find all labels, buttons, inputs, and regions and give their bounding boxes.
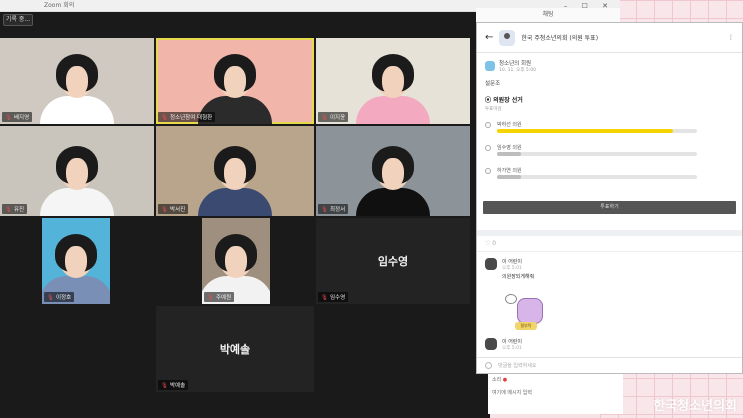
more-icon[interactable]: ⋮	[728, 34, 734, 41]
comment-input[interactable]: 댓글을 입력하세요	[477, 357, 742, 373]
poll-option[interactable]: 하가연 의원	[485, 167, 734, 181]
participant-video-icon	[40, 146, 114, 216]
radio-icon[interactable]	[485, 145, 491, 151]
emoji-icon[interactable]	[485, 362, 492, 369]
poll-bar	[497, 129, 697, 133]
participant-video-icon	[356, 146, 430, 216]
video-tile[interactable]: 🎙 유진	[0, 126, 154, 216]
participant-name: 🎙 청소년참여 대형환	[158, 112, 216, 122]
video-tile[interactable]: 🎙 박서진	[156, 126, 314, 216]
room-avatar-icon	[499, 29, 516, 46]
zoom-window: 기록 중... 🎙 배지영 🎙 청소년참여 대형환 🎙 이지윤 🎙 유진 🎙 박서진 🎙 최정서 🎙 이정…	[0, 12, 490, 418]
video-tile[interactable]: 박예솔 🎙 박예솔	[156, 306, 314, 392]
video-tile[interactable]: 🎙 최정서	[316, 126, 470, 216]
poll-option-label: 하가연 의원	[497, 168, 522, 174]
chat-header: ← 한국 주청소년의회 (의원 투표) ⋮	[477, 23, 742, 53]
poll-subtitle: 투표마감	[485, 107, 502, 112]
recording-indicator[interactable]: 기록 중...	[3, 14, 33, 26]
poll-option-label: 박하선 의원	[497, 122, 522, 128]
participant-name: 🎙 배지영	[2, 112, 33, 122]
radio-icon[interactable]	[485, 168, 491, 174]
participant-name: 🎙 박예솔	[158, 380, 189, 390]
video-tile[interactable]: 🎙 배지영	[0, 38, 154, 124]
vote-button[interactable]: 투표하기	[483, 201, 736, 214]
comment-time: 오후 5:01	[502, 266, 522, 271]
comment-item: 이 어린이 오후 5:01 의원장되게해줘	[477, 252, 742, 286]
poll-bar-fill	[497, 175, 521, 179]
video-tile[interactable]: 임수영 🎙 임수영	[316, 218, 470, 304]
video-tile[interactable]: 🎙 이정호	[42, 218, 110, 304]
participant-initial-name: 임수영	[377, 255, 409, 268]
commenter-avatar-icon	[485, 258, 497, 270]
poll-post: 청소년의 회원 10. 11. 오후 5:00 설문조 ⦿ 의원장 선거 투표마…	[477, 53, 742, 187]
participant-name: 🎙 유진	[2, 204, 28, 214]
participant-video-icon	[198, 146, 272, 216]
comment-text: 의원장되게해줘	[502, 274, 535, 280]
watermark: 한국청소년의회	[653, 399, 737, 414]
kakao-message-area: 소리 ● 여기에 메시지 입력	[488, 374, 623, 414]
zoom-title: Zoom 회의	[44, 2, 75, 9]
comment-time: 오후 5:01	[502, 346, 522, 351]
sticker-icon: 잘부탁	[505, 292, 549, 332]
reaction-row[interactable]: ♡ 0	[477, 236, 742, 252]
poll-title: ⦿ 의원장 선거	[485, 97, 523, 104]
poll-options: 박하선 의원임수영 의원하가연 의원	[485, 121, 734, 181]
video-tile[interactable]: 🎙 청소년참여 대형환	[156, 38, 314, 124]
poll-option-label: 임수영 의원	[497, 145, 522, 151]
comment-author: 이 어린이	[502, 259, 522, 265]
post-author: 청소년의 회원	[499, 61, 532, 67]
post-time: 10. 11. 오후 5:00	[499, 68, 536, 73]
participant-name: 🎙 이정호	[44, 292, 75, 302]
participant-video-icon	[356, 54, 430, 124]
poll-bar	[497, 152, 697, 156]
comment-item: 이 어린이 오후 5:01	[477, 332, 742, 359]
poll-option[interactable]: 임수영 의원	[485, 144, 734, 158]
back-arrow-icon[interactable]: ←	[485, 32, 493, 43]
video-tile[interactable]: 🎙 이지윤	[316, 38, 470, 124]
post-author-row: 청소년의 회원 10. 11. 오후 5:00	[485, 59, 734, 73]
participant-initial-name: 박예솔	[219, 343, 251, 356]
kakao-window-titlebar: 채팅	[476, 8, 620, 22]
video-tile[interactable]: 🎙 주예원	[202, 218, 270, 304]
participant-name: 🎙 임수영	[318, 292, 349, 302]
radio-icon[interactable]	[485, 122, 491, 128]
comment-author: 이 어린이	[502, 339, 522, 345]
poll-bar	[497, 175, 697, 179]
participant-name: 🎙 박서진	[158, 204, 189, 214]
author-avatar-icon	[485, 61, 495, 71]
poll-option[interactable]: 박하선 의원	[485, 121, 734, 135]
commenter-avatar-icon	[485, 338, 497, 350]
kakao-openchat-panel: ← 한국 주청소년의회 (의원 투표) ⋮ 청소년의 회원 10. 11. 오후…	[476, 22, 743, 374]
participant-video-icon	[40, 54, 114, 124]
message-input[interactable]: 여기에 메시지 입력	[492, 389, 619, 396]
video-gallery: 🎙 배지영 🎙 청소년참여 대형환 🎙 이지윤 🎙 유진 🎙 박서진 🎙 최정서 🎙 이정호 🎙 주예원 임수영…	[0, 38, 475, 398]
below-line1: 소리 ●	[492, 377, 508, 383]
participant-name: 🎙 주예원	[204, 292, 235, 302]
participant-name: 🎙 이지윤	[318, 112, 349, 122]
room-name: 한국 주청소년의회 (의원 투표)	[521, 35, 599, 42]
comment-placeholder: 댓글을 입력하세요	[498, 363, 537, 369]
poll-bar-fill	[497, 129, 673, 133]
post-body: 설문조	[485, 81, 501, 87]
participant-name: 🎙 최정서	[318, 204, 349, 214]
poll-bar-fill	[497, 152, 521, 156]
comment-list: 이 어린이 오후 5:01 의원장되게해줘 잘부탁 이 어린이 오후 5:01	[477, 252, 742, 359]
